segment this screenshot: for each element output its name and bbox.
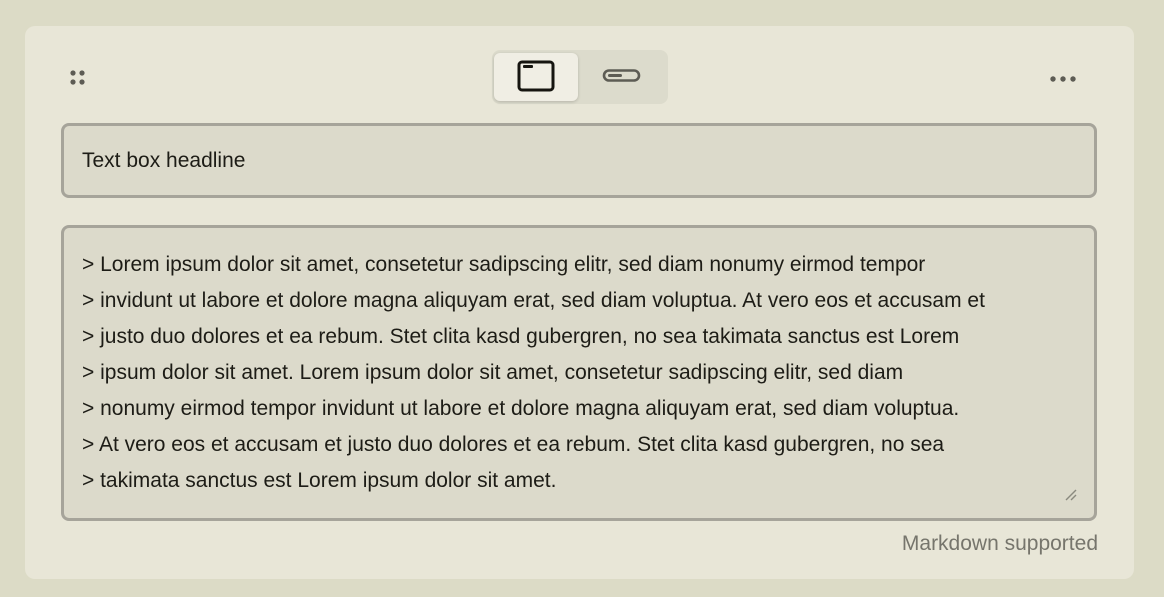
headline-input[interactable]: Text box headline — [61, 123, 1097, 198]
headline-value: Text box headline — [82, 149, 246, 172]
card-view-button[interactable] — [494, 53, 578, 101]
drag-handle-icon[interactable] — [69, 68, 89, 88]
inline-view-button[interactable] — [580, 53, 664, 101]
resize-grip-icon[interactable] — [1063, 486, 1077, 501]
body-line: > At vero eos et accusam et justo duo do… — [82, 433, 945, 456]
body-line: > takimata sanctus est Lorem ipsum dolor… — [82, 469, 557, 492]
text-box-card: Text box headline > Lorem ipsum dolor si… — [25, 26, 1134, 579]
body-line: > ipsum dolor sit amet. Lorem ipsum dolo… — [82, 361, 904, 384]
more-options-icon — [1049, 71, 1081, 86]
window-icon — [517, 60, 555, 95]
body-line: > invidunt ut labore et dolore magna ali… — [82, 289, 985, 312]
body-line: > justo duo dolores et ea rebum. Stet cl… — [82, 325, 960, 348]
more-options-button[interactable] — [1043, 66, 1087, 90]
markdown-supported-note: Markdown supported — [901, 532, 1098, 555]
body-line: > nonumy eirmod tempor invidunt ut labor… — [82, 397, 960, 420]
pill-icon — [602, 68, 642, 87]
view-mode-toggle — [492, 50, 668, 104]
body-line: > Lorem ipsum dolor sit amet, consetetur… — [82, 253, 926, 276]
body-textarea[interactable]: > Lorem ipsum dolor sit amet, consetetur… — [61, 225, 1097, 521]
